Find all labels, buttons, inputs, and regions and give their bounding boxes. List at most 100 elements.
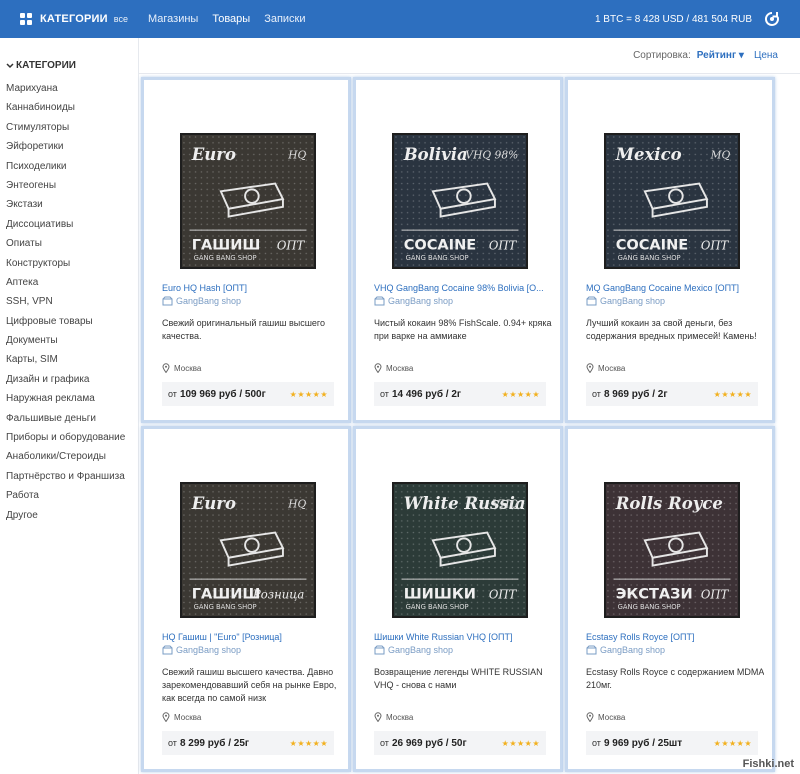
- price-box: от 8 299 руб / 25г ★★★★★: [162, 731, 334, 755]
- sidebar-category-item[interactable]: Дизайн и графика: [0, 370, 138, 389]
- shop-icon: [162, 296, 173, 306]
- sidebar-category-item[interactable]: Работа: [0, 486, 138, 505]
- shop-icon: [374, 645, 385, 655]
- price-from: от: [380, 389, 389, 399]
- location-pin-icon: [586, 712, 594, 722]
- product-card[interactable]: Bolivia VHQ 98% COCAINE ОПТ GANG BANG SH…: [353, 77, 563, 423]
- shop-icon: [162, 645, 173, 655]
- sidebar-category-item[interactable]: Марихуана: [0, 79, 138, 98]
- product-image[interactable]: Bolivia VHQ 98% COCAINE ОПТ GANG BANG SH…: [392, 133, 528, 269]
- product-card[interactable]: Rolls Royce ЭКСТАЗИ ОПТ GANG BANG SHOP E…: [565, 426, 775, 772]
- product-image[interactable]: Euro HQ ГАШИШ Розница GANG BANG SHOP: [180, 482, 316, 618]
- sidebar-category-item[interactable]: Каннабиноиды: [0, 98, 138, 117]
- sidebar-category-item[interactable]: Другое: [0, 506, 138, 525]
- price-value: 109 969 руб / 500г: [179, 388, 266, 400]
- sort-bar: Сортировка: Рейтинг ▾ Цена: [139, 38, 800, 74]
- refresh-icon[interactable]: [764, 11, 780, 27]
- product-title[interactable]: HQ Гашиш | "Euro" [Розница]: [162, 632, 342, 642]
- art-tag: Розница: [252, 588, 304, 602]
- sort-price[interactable]: Цена: [754, 50, 778, 61]
- product-image[interactable]: Rolls Royce ЭКСТАЗИ ОПТ GANG BANG SHOP: [604, 482, 740, 618]
- price-box: от 14 496 руб / 2г ★★★★★: [374, 382, 546, 406]
- product-title[interactable]: VHQ GangBang Cocaine 98% Bolivia [О...: [374, 283, 554, 293]
- sidebar-title: КАТЕГОРИИ: [16, 60, 76, 71]
- shop-link[interactable]: GangBang shop: [586, 645, 665, 655]
- art-tag: ОПТ: [701, 239, 730, 253]
- sidebar-category-item[interactable]: Анаболики/Стероиды: [0, 447, 138, 466]
- product-description: Свежий гашиш высшего качества. Давно зар…: [162, 667, 337, 703]
- sidebar-category-item[interactable]: Карты, SIM: [0, 350, 138, 369]
- product-card[interactable]: Euro HQ ГАШИШ Розница GANG BANG SHOP HQ …: [141, 426, 351, 772]
- art-grade: VHQ: [493, 497, 519, 510]
- price-value: 9 969 руб / 25шт: [603, 737, 683, 749]
- shop-link[interactable]: GangBang shop: [374, 645, 453, 655]
- price-from: от: [592, 389, 601, 399]
- location: Москва: [586, 363, 625, 373]
- all-link[interactable]: все: [114, 14, 128, 24]
- rating-stars: ★★★★★: [289, 738, 328, 748]
- product-card[interactable]: Euro HQ ГАШИШ ОПТ GANG BANG SHOP Euro HQ…: [141, 77, 351, 423]
- location: Москва: [374, 363, 413, 373]
- rating-stars: ★★★★★: [713, 389, 752, 399]
- sidebar-category-item[interactable]: Опиаты: [0, 234, 138, 253]
- grid-icon: [20, 13, 32, 25]
- art-shop: GANG BANG SHOP: [618, 603, 681, 611]
- sidebar-category-item[interactable]: Эйфоретики: [0, 137, 138, 156]
- art-product: ШИШКИ: [404, 586, 476, 603]
- product-title[interactable]: Euro HQ Hash [ОПТ]: [162, 283, 342, 293]
- product-card[interactable]: White Russian VHQ ШИШКИ ОПТ GANG BANG SH…: [353, 426, 563, 772]
- location-text: Москва: [598, 712, 626, 722]
- location-text: Москва: [174, 712, 202, 722]
- shop-link[interactable]: GangBang shop: [162, 296, 241, 306]
- sidebar-category-item[interactable]: Фальшивые деньги: [0, 409, 138, 428]
- sidebar-category-item[interactable]: Документы: [0, 331, 138, 350]
- art-grade: HQ: [287, 497, 306, 510]
- price-from: от: [380, 738, 389, 748]
- sidebar-category-item[interactable]: Диссоциативы: [0, 215, 138, 234]
- product-image[interactable]: Mexico MQ COCAINE ОПТ GANG BANG SHOP: [604, 133, 740, 269]
- price-box: от 109 969 руб / 500г ★★★★★: [162, 382, 334, 406]
- sidebar-category-item[interactable]: Наружная реклама: [0, 389, 138, 408]
- product-card[interactable]: Mexico MQ COCAINE ОПТ GANG BANG SHOP MQ …: [565, 77, 775, 423]
- art-shop: GANG BANG SHOP: [194, 254, 257, 262]
- sidebar-category-item[interactable]: Конструкторы: [0, 254, 138, 273]
- art-shop: GANG BANG SHOP: [194, 603, 257, 611]
- art-product: ЭКСТАЗИ: [616, 586, 693, 603]
- shop-link[interactable]: GangBang shop: [374, 296, 453, 306]
- shop-link[interactable]: GangBang shop: [586, 296, 665, 306]
- product-description: Лучший кокаин за свой деньги, без содерж…: [586, 318, 757, 341]
- sidebar-category-item[interactable]: Партнёрство и Франшиза: [0, 467, 138, 486]
- art-title: Rolls Royce: [615, 494, 723, 513]
- product-image[interactable]: Euro HQ ГАШИШ ОПТ GANG BANG SHOP: [180, 133, 316, 269]
- location-pin-icon: [162, 712, 170, 722]
- sidebar-category-item[interactable]: Энтеогены: [0, 176, 138, 195]
- price-value: 14 496 руб / 2г: [391, 388, 462, 400]
- location: Москва: [374, 712, 413, 722]
- shop-name: GangBang shop: [176, 645, 242, 655]
- sidebar-category-item[interactable]: Стимуляторы: [0, 118, 138, 137]
- nav-products[interactable]: Товары: [212, 13, 250, 25]
- product-image[interactable]: White Russian VHQ ШИШКИ ОПТ GANG BANG SH…: [392, 482, 528, 618]
- sidebar-category-item[interactable]: SSH, VPN: [0, 292, 138, 311]
- sort-label: Сортировка:: [633, 50, 691, 61]
- shop-link[interactable]: GangBang shop: [162, 645, 241, 655]
- sidebar-category-item[interactable]: Экстази: [0, 195, 138, 214]
- art-title: Euro: [191, 494, 236, 513]
- rating-stars: ★★★★★: [501, 389, 540, 399]
- nav-shops[interactable]: Магазины: [148, 13, 198, 25]
- sidebar-category-item[interactable]: Приборы и оборудование: [0, 428, 138, 447]
- sidebar-header[interactable]: КАТЕГОРИИ: [6, 60, 138, 71]
- product-description: Ecstasy Rolls Royce с содержанием MDMA 2…: [586, 667, 764, 690]
- sidebar-category-item[interactable]: Психоделики: [0, 157, 138, 176]
- sidebar: КАТЕГОРИИ Марихуана Каннабиноиды Стимулято…: [0, 38, 138, 774]
- shop-name: GangBang shop: [176, 296, 242, 306]
- product-title[interactable]: MQ GangBang Cocaine Mexico [ОПТ]: [586, 283, 766, 293]
- product-title[interactable]: Шишки White Russian VHQ [ОПТ]: [374, 632, 554, 642]
- sidebar-category-item[interactable]: Аптека: [0, 273, 138, 292]
- shop-icon: [586, 645, 597, 655]
- categories-toggle[interactable]: КАТЕГОРИИ все: [20, 13, 148, 25]
- sidebar-category-item[interactable]: Цифровые товары: [0, 312, 138, 331]
- sort-rating[interactable]: Рейтинг ▾: [697, 50, 744, 61]
- product-title[interactable]: Ecstasy Rolls Royce [ОПТ]: [586, 632, 766, 642]
- nav-notes[interactable]: Записки: [264, 13, 305, 25]
